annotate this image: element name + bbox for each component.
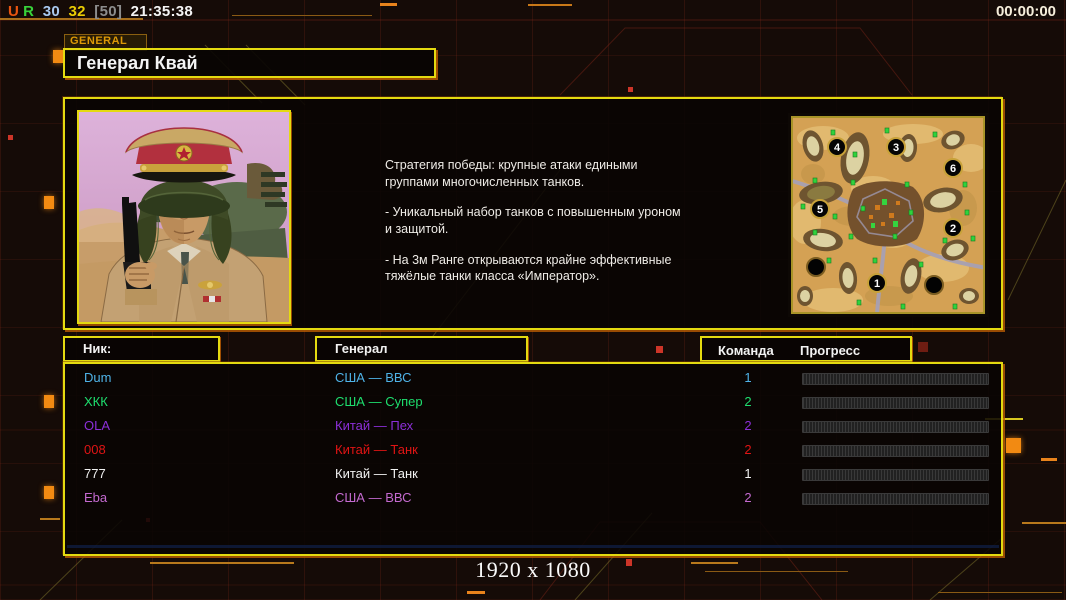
player-row: 008 Китай — Танк 2	[65, 438, 1001, 462]
decor-square	[44, 196, 54, 209]
decor-dash	[467, 591, 485, 594]
map-preview: 1 2 3 4 5 6	[787, 113, 989, 317]
spawn-point-5: 5	[817, 204, 823, 216]
briefing-paragraph: Стратегия победы: крупные атаки едиными …	[385, 158, 638, 189]
player-nick: Dum	[84, 370, 112, 385]
decor-line	[67, 545, 999, 548]
progress-bar	[802, 373, 989, 385]
player-general: США — ВВС	[335, 490, 412, 505]
general-portrait	[77, 110, 291, 324]
general-portrait-art	[79, 112, 289, 323]
player-row: Eba США — ВВС 2	[65, 486, 1001, 510]
decor-dash	[380, 3, 397, 6]
footer-resolution: 1920 x 1080	[475, 557, 591, 582]
decor-dash	[232, 15, 372, 16]
match-timer: 00:00:00	[995, 3, 1056, 20]
decor-square	[53, 50, 63, 63]
player-row: OLA Китай — Пех 2	[65, 414, 1001, 438]
header-progress: Прогресс	[800, 343, 861, 358]
decor-square	[656, 346, 663, 353]
loading-screen: UR 30 32 [50] 21:35:38 00:00:00 GENERAL …	[0, 0, 1066, 600]
progress-bar	[802, 469, 989, 481]
player-nick: Eba	[84, 490, 108, 505]
spawn-point-3: 3	[893, 142, 899, 154]
general-title-box: Генерал Квай	[63, 48, 436, 78]
decor-square	[1006, 438, 1021, 453]
player-row: Dum США — ВВС 1	[65, 366, 1001, 390]
decor-square	[44, 395, 54, 408]
decor-dash	[938, 592, 1062, 593]
status-value-1: 30	[42, 3, 61, 20]
decor-dash	[1022, 522, 1066, 524]
player-row: 777 Китай — Танк 1	[65, 462, 1001, 486]
briefing-paragraph: - Уникальный набор танков с повышенным у…	[385, 205, 681, 236]
status-ur-u: U	[8, 3, 20, 20]
player-team: 2	[744, 490, 752, 505]
player-general: Китай — Танк	[335, 442, 418, 457]
player-team: 1	[744, 466, 752, 481]
player-general: США — ВВС	[335, 370, 412, 385]
spawn-point-6: 6	[950, 163, 956, 175]
player-rows: Dum США — ВВС 1 ХКК США — Супер 2 OLA Ки…	[65, 366, 1001, 510]
briefing-paragraph: - На 3м Ранге открываются крайне эффекти…	[385, 252, 672, 284]
spawn-point-1: 1	[874, 278, 880, 290]
spawn-point-4: 4	[834, 142, 841, 154]
player-general: Китай — Танк	[335, 466, 418, 481]
status-value-3: [50]	[94, 3, 123, 20]
player-nick: OLA	[84, 418, 111, 433]
progress-bar	[802, 493, 989, 505]
briefing-text: Стратегия победы: крупные атаки едиными …	[385, 157, 730, 299]
header-team-progress: Команда Прогресс	[700, 336, 912, 362]
player-team: 2	[744, 418, 752, 433]
player-nick: 008	[84, 442, 106, 457]
status-value-2: 32	[68, 3, 86, 20]
player-general: США — Супер	[335, 394, 423, 409]
general-title: Генерал Квай	[77, 53, 198, 73]
player-row: ХКК США — Супер 2	[65, 390, 1001, 414]
status-bar: UR 30 32 [50] 21:35:38	[8, 3, 197, 20]
spawn-point-2: 2	[950, 223, 956, 235]
decor-square	[44, 486, 54, 499]
header-general: Генерал	[315, 336, 528, 362]
decor-square	[628, 87, 633, 92]
header-team: Команда	[718, 343, 774, 358]
player-nick: 777	[84, 466, 106, 481]
progress-bar	[802, 421, 989, 433]
progress-bar	[802, 397, 989, 409]
player-team: 2	[744, 394, 752, 409]
progress-bar	[802, 445, 989, 457]
header-nick: Ник:	[63, 336, 220, 362]
player-team: 1	[744, 370, 752, 385]
map-preview-art: 1 2 3 4 5 6	[787, 118, 989, 316]
status-ur-r: R	[23, 3, 35, 20]
player-general: Китай — Пех	[335, 418, 414, 433]
briefing-panel: Стратегия победы: крупные атаки едиными …	[63, 97, 1003, 330]
decor-dash	[1041, 458, 1057, 461]
decor-dash	[528, 4, 572, 6]
player-nick: ХКК	[84, 394, 108, 409]
decor-square	[8, 135, 13, 140]
decor-dash	[40, 518, 60, 520]
decor-square	[918, 342, 928, 352]
status-clock: 21:35:38	[130, 3, 194, 20]
player-team: 2	[744, 442, 752, 457]
players-panel: Dum США — ВВС 1 ХКК США — Супер 2 OLA Ки…	[63, 362, 1003, 556]
